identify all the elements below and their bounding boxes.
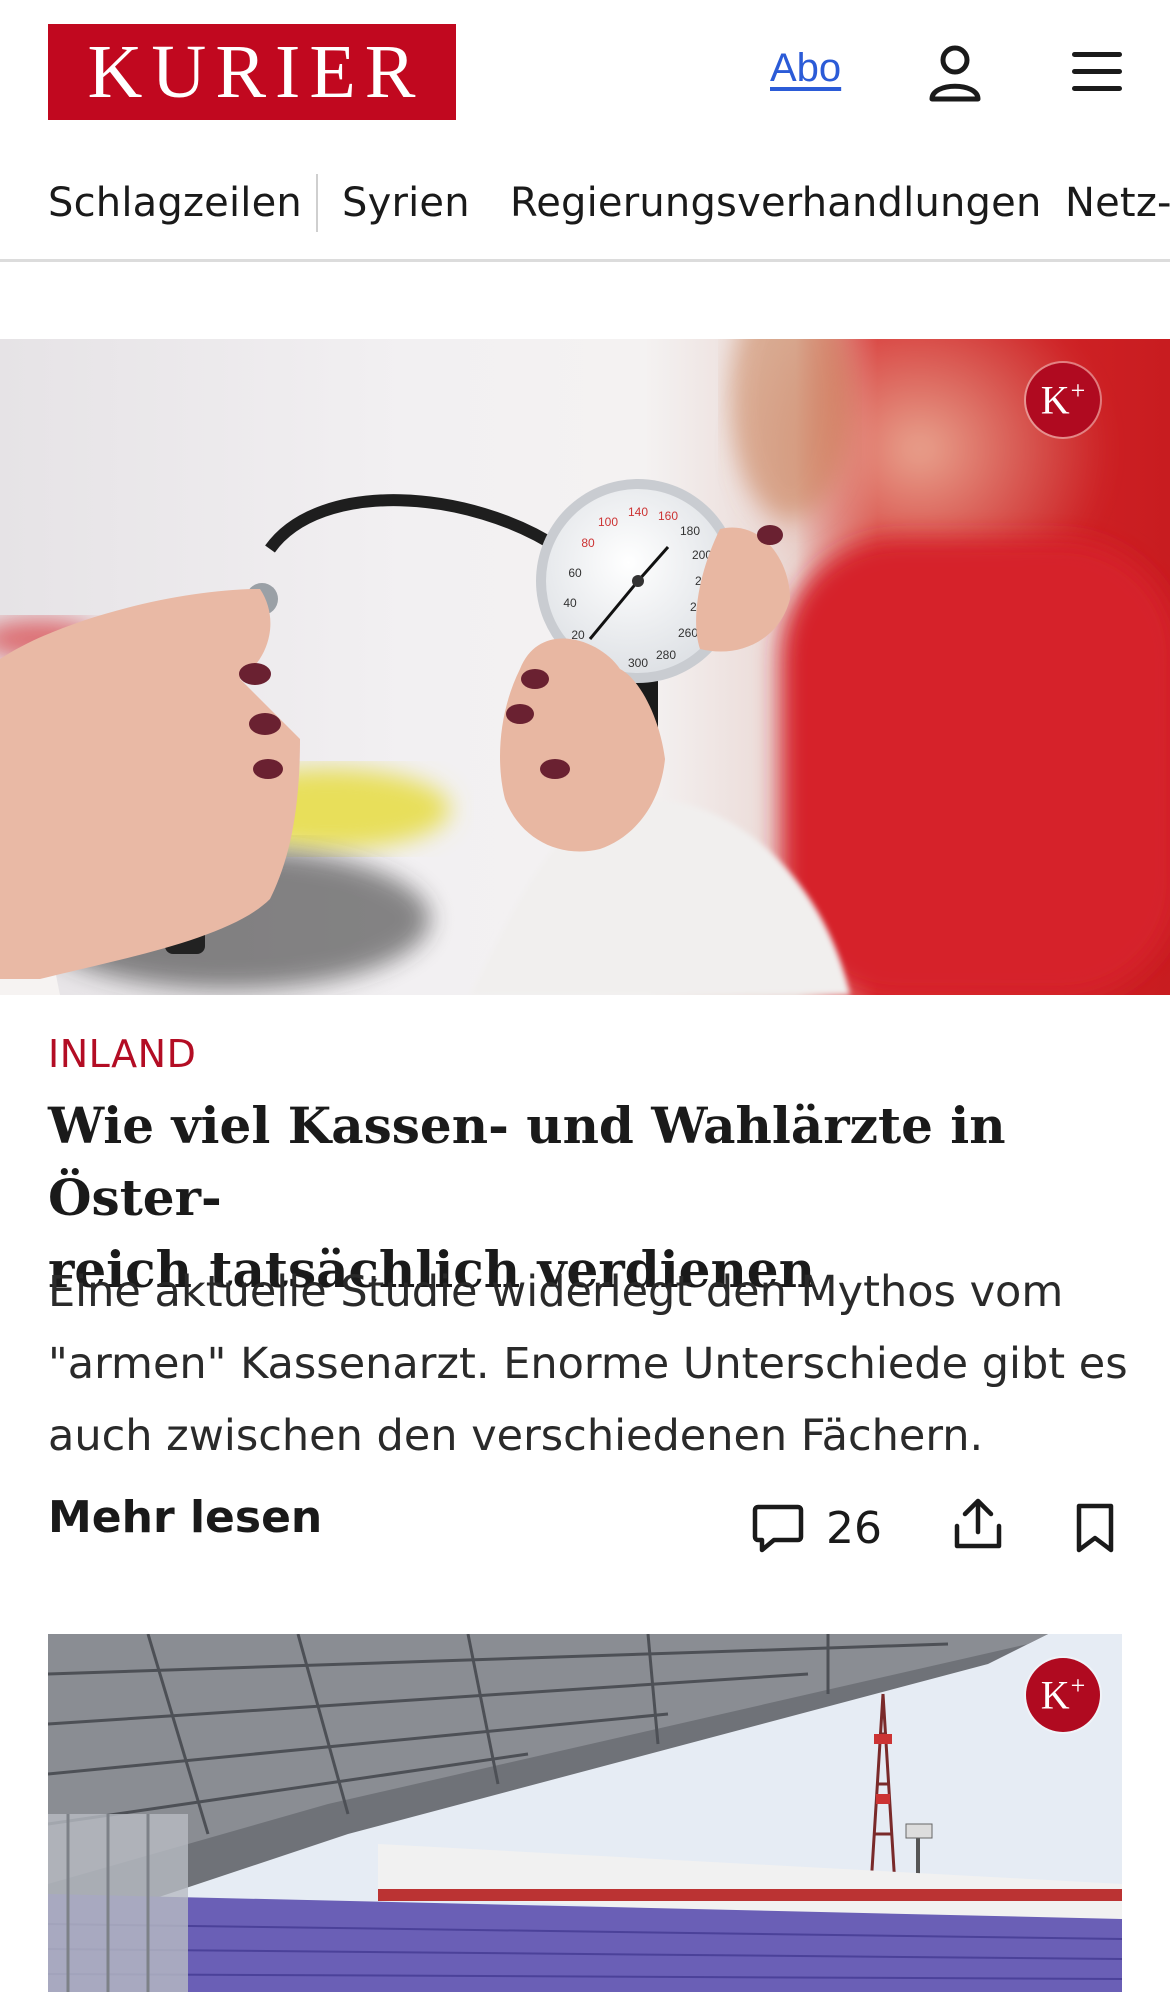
svg-text:40: 40 — [563, 596, 577, 610]
comments-button[interactable]: 26 — [752, 1500, 882, 1556]
stadium-illustration — [48, 1634, 1122, 1992]
premium-badge: K+ — [1026, 363, 1100, 437]
premium-badge-2: K+ — [1026, 1658, 1100, 1732]
svg-text:300: 300 — [628, 656, 648, 670]
svg-text:160: 160 — [658, 509, 678, 523]
svg-text:280: 280 — [656, 648, 676, 662]
article-teaser-text: Eine aktuelle Studie widerlegt den Mytho… — [48, 1267, 1128, 1461]
nav-item-schlagzeilen[interactable]: Schlagzeilen — [48, 180, 302, 226]
svg-text:100: 100 — [598, 515, 618, 529]
svg-text:60: 60 — [568, 566, 582, 580]
article-image-blood-pressure[interactable]: 20 40 60 80 100 140 160 180 200 220 240 … — [0, 339, 1170, 995]
logo-text: KURIER — [87, 30, 425, 114]
svg-text:80: 80 — [581, 536, 595, 550]
read-more-link[interactable]: Mehr lesen — [48, 1492, 322, 1543]
svg-text:140: 140 — [628, 505, 648, 519]
share-icon — [954, 1498, 1002, 1549]
comment-icon — [752, 1504, 804, 1553]
user-icon — [929, 45, 981, 102]
nav-item-regierungsverhandlungen[interactable]: Regierungsverhandlungen — [510, 180, 1042, 226]
premium-badge-label-2: K+ — [1040, 1671, 1086, 1718]
article-category[interactable]: INLAND — [48, 1032, 196, 1076]
premium-plus-mark: + — [1070, 376, 1086, 406]
bookmark-icon — [1076, 1503, 1114, 1553]
premium-plus-mark: + — [1070, 1671, 1086, 1701]
share-button[interactable] — [952, 1496, 1004, 1552]
premium-badge-label: K+ — [1040, 376, 1086, 423]
svg-text:260: 260 — [678, 626, 698, 640]
article-image-stadium[interactable]: K+ — [48, 1634, 1122, 1992]
comment-count: 26 — [826, 1502, 882, 1554]
svg-text:180: 180 — [680, 524, 700, 538]
blood-pressure-illustration: 20 40 60 80 100 140 160 180 200 220 240 … — [0, 339, 1170, 995]
hamburger-menu-icon — [1072, 52, 1122, 91]
user-account-button[interactable] — [928, 44, 982, 102]
topic-nav: Schlagzeilen Syrien Regierungsverhandlun… — [0, 152, 1170, 262]
bookmark-button[interactable] — [1072, 1502, 1118, 1554]
nav-divider — [316, 174, 318, 232]
nav-item-syrien[interactable]: Syrien — [342, 180, 470, 226]
main-menu-button[interactable] — [1070, 48, 1124, 96]
nav-item-netz[interactable]: Netz- — [1065, 180, 1170, 226]
headline-line-1: Wie viel Kassen- und Wahlärzte in Öster- — [48, 1096, 1006, 1227]
abo-link[interactable]: Abo — [770, 46, 841, 91]
kurier-logo[interactable]: KURIER — [48, 24, 456, 120]
site-header: KURIER Abo — [0, 0, 1170, 145]
